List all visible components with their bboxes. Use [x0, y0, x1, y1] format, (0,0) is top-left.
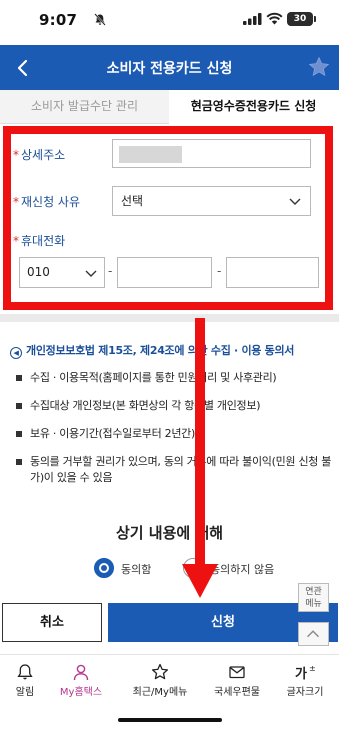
- phone-prefix-value: 010: [27, 265, 50, 279]
- app-header: 소비자 전용카드 신청: [0, 45, 339, 90]
- address-label: * 상세주소: [13, 148, 66, 162]
- related-menu-label: 메뉴: [305, 599, 322, 609]
- reason-label: * 재신청 사유: [13, 195, 81, 209]
- section-divider: [0, 314, 339, 322]
- consent-item: 수집 · 이용목적(홈페이지를 통한 민원처리 및 사후관리): [16, 370, 334, 386]
- nav-label: 국세우편물: [214, 687, 260, 698]
- phone-prefix-select[interactable]: 010: [19, 257, 105, 288]
- phone-label: * 휴대전화: [13, 234, 66, 248]
- address-redacted-value: [119, 146, 182, 163]
- consent-title: ◀ 개인정보보호법 제15조, 제24조에 의한 수집 · 이용 동의서: [10, 342, 294, 359]
- person-icon: [73, 664, 89, 681]
- agree-label[interactable]: 동의함: [121, 561, 151, 577]
- info-circle-icon: ◀: [10, 347, 22, 359]
- tab-issuance-management[interactable]: 소비자 발급수단 관리: [0, 90, 169, 124]
- scroll-top-button[interactable]: [298, 622, 329, 646]
- nav-font-size[interactable]: 가 ± 글자크기: [274, 655, 336, 699]
- text-size-icon: 가 ±: [295, 664, 316, 681]
- svg-text:가: 가: [295, 667, 307, 681]
- phone-last-input[interactable]: [226, 257, 319, 288]
- battery-icon: 30: [287, 12, 316, 26]
- nav-tax-mail[interactable]: 국세우편물: [206, 655, 268, 699]
- required-mark: *: [13, 195, 19, 209]
- phone-middle-input[interactable]: [117, 257, 212, 288]
- wifi-icon: [266, 12, 283, 25]
- consent-question: 상기 내용에 대해: [115, 524, 224, 542]
- consent-item: 동의를 거부할 권리가 있으며, 동의 거부에 따라 불이익(민원 신청 불가)…: [16, 454, 334, 486]
- bottom-navigation: 알림 My홈택스 최근/My메뉴 국세우편물 가 ± 글자크기: [0, 654, 339, 698]
- reapply-reason-select[interactable]: 선택: [112, 186, 311, 216]
- nav-label: My홈택스: [59, 687, 103, 698]
- consent-item: 수집대상 개인정보(본 화면상의 각 항목별 개인정보): [16, 398, 334, 414]
- chevron-up-icon: [307, 630, 320, 638]
- phone-separator: -: [108, 264, 113, 278]
- svg-text:±: ±: [309, 664, 316, 673]
- status-time: 9:07: [39, 11, 78, 29]
- consent-list: 수집 · 이용목적(홈페이지를 통한 민원처리 및 사후관리) 수집대상 개인정…: [16, 370, 334, 486]
- nav-notifications[interactable]: 알림: [0, 655, 50, 699]
- tab-bar: 소비자 발급수단 관리 현금영수증전용카드 신청: [0, 90, 339, 124]
- page-title: 소비자 전용카드 신청: [106, 61, 233, 77]
- favorite-star-icon[interactable]: [307, 55, 331, 79]
- chevron-down-icon: [85, 270, 97, 277]
- nav-my-hometax[interactable]: My홈택스: [50, 655, 112, 699]
- required-mark: *: [13, 234, 19, 248]
- cellular-signal-icon: [243, 13, 262, 25]
- nav-label: 알림: [15, 687, 35, 698]
- agree-radio[interactable]: [94, 558, 114, 578]
- related-menu-label: 연관: [305, 587, 322, 597]
- mail-icon: [229, 666, 245, 679]
- bell-icon: [17, 664, 33, 680]
- address-input[interactable]: [112, 139, 311, 168]
- home-indicator: [118, 718, 222, 722]
- star-icon: [151, 663, 169, 680]
- phone-separator: -: [217, 264, 222, 278]
- required-mark: *: [13, 148, 19, 162]
- nav-recent-my-menu[interactable]: 최근/My메뉴: [120, 655, 200, 699]
- nav-label: 최근/My메뉴: [132, 687, 188, 698]
- cancel-button[interactable]: 취소: [2, 603, 102, 642]
- consent-item: 보유 · 이용기간(접수일로부터 2년간): [16, 426, 334, 442]
- related-menu-button[interactable]: 연관 메뉴: [298, 583, 329, 612]
- tab-cash-receipt-card-apply[interactable]: 현금영수증전용카드 신청: [169, 90, 338, 124]
- annotation-arrow: [182, 318, 218, 598]
- status-bar: 9:07 30: [0, 0, 339, 45]
- nav-label: 글자크기: [286, 687, 324, 698]
- bell-off-icon: [94, 13, 106, 26]
- chevron-down-icon: [289, 198, 301, 205]
- reason-selected-value: 선택: [121, 194, 144, 208]
